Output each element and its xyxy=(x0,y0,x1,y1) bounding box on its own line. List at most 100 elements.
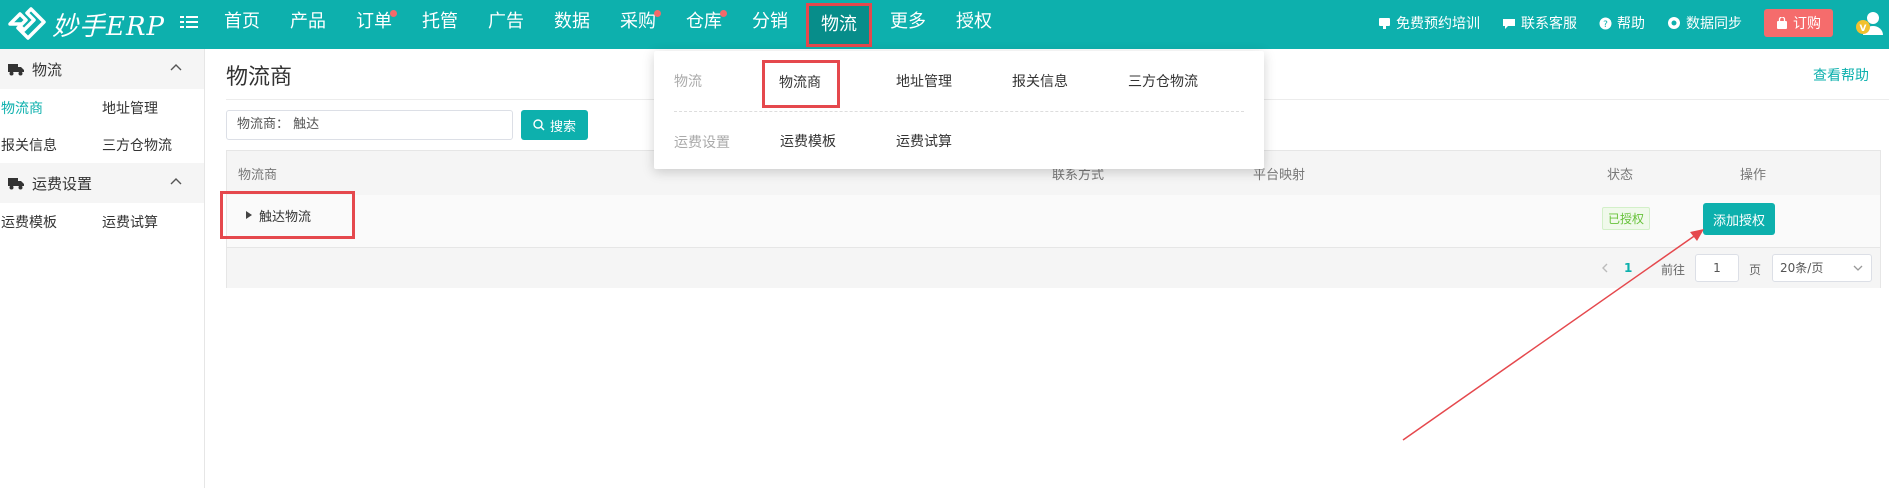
main-nav: 首页 产品 订单 托管 广告 数据 采购 仓库 分销 物流 更多 授权 xyxy=(209,0,1007,47)
data-sync-link[interactable]: 数据同步 xyxy=(1667,13,1742,33)
nav-item-label: 托管 xyxy=(422,11,458,32)
carrier-table: 物流商 联系方式 平台映射 状态 操作 触达物流 已授权 添加授权 1 前往 1… xyxy=(220,150,1881,288)
sidebar-item-freight-template[interactable]: 运费模板 xyxy=(1,212,57,232)
dropdown-item-carrier[interactable]: 物流商 xyxy=(762,60,840,108)
goto-label: 前往 xyxy=(1661,263,1686,277)
search-icon xyxy=(533,119,545,131)
carrier-name: 触达物流 xyxy=(259,209,312,225)
prev-page-icon[interactable] xyxy=(1601,263,1608,273)
menu-toggle-icon[interactable] xyxy=(180,13,198,31)
goto-page-input[interactable]: 1 xyxy=(1695,254,1739,282)
help-link-top[interactable]: ? 帮助 xyxy=(1599,13,1645,33)
search-button[interactable]: 搜索 xyxy=(521,110,588,140)
sidebar-item-3pl[interactable]: 三方仓物流 xyxy=(102,135,172,155)
training-icon xyxy=(1379,17,1390,29)
sidebar-group-freight[interactable]: 运费设置 xyxy=(0,163,204,203)
notification-dot xyxy=(390,10,397,17)
dropdown-category-freight: 运费设置 xyxy=(674,135,730,151)
current-page[interactable]: 1 xyxy=(1624,261,1632,275)
nav-item-9[interactable]: 物流 xyxy=(806,3,872,47)
training-label: 免费预约培训 xyxy=(1396,16,1480,32)
nav-item-2[interactable]: 订单 xyxy=(341,0,407,46)
dropdown-item-3pl[interactable]: 三方仓物流 xyxy=(1128,71,1198,91)
sidebar-item-freight-calc[interactable]: 运费试算 xyxy=(102,212,158,232)
brand-name: 妙手ERP xyxy=(52,12,166,42)
user-avatar[interactable]: V xyxy=(1853,7,1885,39)
carrier-name-cell[interactable]: 触达物流 xyxy=(220,191,355,239)
nav-item-label: 更多 xyxy=(890,11,926,32)
dropdown-divider xyxy=(674,111,1244,112)
search-button-label: 搜索 xyxy=(549,119,576,135)
logistics-dropdown-menu: 物流 物流商 地址管理 报关信息 三方仓物流 运费设置 运费模板 运费试算 xyxy=(654,51,1264,169)
nav-item-label: 数据 xyxy=(554,11,590,32)
nav-item-label: 分销 xyxy=(752,11,788,32)
top-nav-bar: 妙手ERP 首页 产品 订单 托管 广告 数据 采购 仓库 分销 物流 更多 授权 免费预约培训 联系… xyxy=(0,0,1889,49)
nav-item-label: 订单 xyxy=(356,11,392,32)
order-button[interactable]: 订购 xyxy=(1764,9,1833,37)
nav-item-label: 授权 xyxy=(956,11,992,32)
sidebar-group-logistics[interactable]: 物流 xyxy=(0,49,204,89)
brand-logo[interactable]: 妙手ERP xyxy=(6,6,165,43)
status-badge: 已授权 xyxy=(1602,207,1651,230)
sidebar-item-customs[interactable]: 报关信息 xyxy=(1,135,57,155)
dropdown-item-customs[interactable]: 报关信息 xyxy=(1012,71,1068,91)
nav-item-8[interactable]: 分销 xyxy=(737,0,803,46)
support-link[interactable]: 联系客服 xyxy=(1502,13,1577,33)
chat-icon xyxy=(1503,18,1515,29)
training-link[interactable]: 免费预约培训 xyxy=(1378,13,1480,33)
nav-item-11[interactable]: 授权 xyxy=(941,0,1007,46)
sidebar-group-label: 物流 xyxy=(32,60,63,79)
table-row: 触达物流 已授权 添加授权 xyxy=(220,191,1880,248)
chevron-up-icon xyxy=(170,64,182,71)
sidebar-item-carrier[interactable]: 物流商 xyxy=(1,98,43,118)
nav-item-label: 广告 xyxy=(488,11,524,32)
notification-dot xyxy=(720,10,727,17)
notification-dot xyxy=(654,10,661,17)
dropdown-item-freight-template[interactable]: 运费模板 xyxy=(780,131,836,151)
dropdown-item-freight-calc[interactable]: 运费试算 xyxy=(896,131,952,151)
carrier-search-input[interactable]: 物流商： 触达 xyxy=(226,110,513,140)
bag-icon xyxy=(1777,16,1787,29)
nav-item-1[interactable]: 产品 xyxy=(275,0,341,46)
chevron-down-icon xyxy=(1853,265,1863,271)
col-carrier: 物流商 xyxy=(238,168,278,183)
page-size-value: 20条/页 xyxy=(1780,261,1824,275)
sidebar: 物流 物流商 地址管理 报关信息 三方仓物流 运费设置 运费模板 运费试算 xyxy=(0,49,205,488)
nav-item-4[interactable]: 广告 xyxy=(473,0,539,46)
view-help-link[interactable]: 查看帮助 xyxy=(1813,65,1869,85)
question-icon: ? xyxy=(1599,17,1612,30)
col-actions: 操作 xyxy=(1740,168,1767,183)
sync-icon xyxy=(1668,17,1680,29)
nav-item-10[interactable]: 更多 xyxy=(875,0,941,46)
nav-item-3[interactable]: 托管 xyxy=(407,0,473,46)
truck-icon xyxy=(8,63,24,75)
chevron-up-icon xyxy=(170,178,182,185)
nav-item-label: 采购 xyxy=(620,11,656,32)
truck-icon xyxy=(8,177,24,189)
expand-triangle-icon[interactable] xyxy=(245,210,253,220)
page-title: 物流商 xyxy=(226,65,293,90)
dropdown-item-address[interactable]: 地址管理 xyxy=(896,71,952,91)
page-label: 页 xyxy=(1749,263,1762,277)
nav-item-6[interactable]: 采购 xyxy=(605,0,671,46)
nav-item-label: 首页 xyxy=(224,11,260,32)
nav-item-label: 仓库 xyxy=(686,11,722,32)
logo-icon xyxy=(8,7,46,40)
svg-text:?: ? xyxy=(1603,20,1608,30)
sidebar-item-address[interactable]: 地址管理 xyxy=(102,98,158,118)
nav-item-label: 物流 xyxy=(821,14,857,35)
nav-item-7[interactable]: 仓库 xyxy=(671,0,737,46)
nav-item-5[interactable]: 数据 xyxy=(539,0,605,46)
pagination: 1 前往 1 页 20条/页 xyxy=(227,248,1880,288)
add-authorization-button[interactable]: 添加授权 xyxy=(1703,203,1775,235)
dropdown-category-logistics: 物流 xyxy=(674,74,702,90)
user-icon: V xyxy=(1856,12,1883,35)
sidebar-group-label: 运费设置 xyxy=(32,174,93,193)
nav-item-label: 产品 xyxy=(290,11,326,32)
col-status: 状态 xyxy=(1607,168,1634,183)
nav-item-0[interactable]: 首页 xyxy=(209,0,275,46)
help-label: 帮助 xyxy=(1617,16,1645,32)
support-label: 联系客服 xyxy=(1521,16,1577,32)
page-size-select[interactable]: 20条/页 xyxy=(1772,254,1872,282)
sync-label: 数据同步 xyxy=(1686,16,1742,32)
